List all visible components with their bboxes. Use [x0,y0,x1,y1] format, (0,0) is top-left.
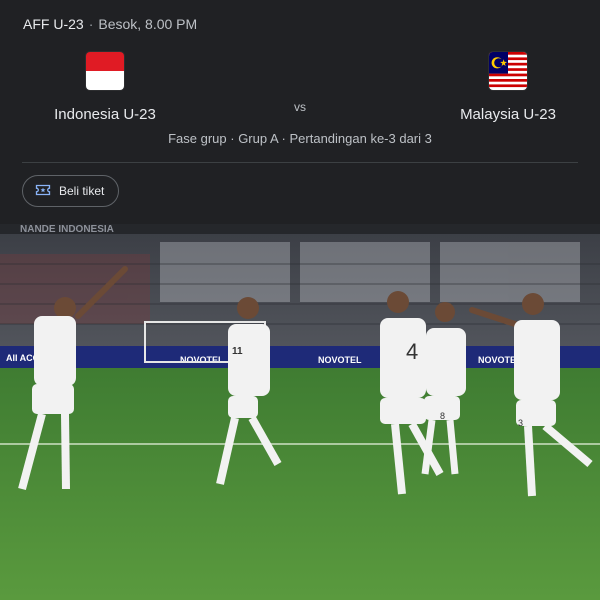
malaysia-flag-icon [489,52,527,90]
match-time: Besok, 8.00 PM [98,16,198,32]
competition-name: AFF U-23 [23,16,84,32]
buy-ticket-button[interactable]: Beli tiket [22,175,120,207]
indonesia-flag-icon [86,52,124,90]
jersey-number: 4 [406,339,418,364]
ticket-icon [35,183,51,200]
match-photo: NANDE INDONESIA AII ACCOR NOVOTEL NOVOTE… [0,224,600,600]
ad-board-3: NOVOTEL [318,355,362,365]
match-header: AFF U-23 · Besok, 8.00 PM [23,16,197,32]
jersey-number: 8 [440,411,445,421]
jersey-number: 11 [232,346,243,357]
pitch [0,368,600,600]
stadium-banner: NANDE INDONESIA [20,224,114,235]
separator-dot: · [88,16,94,32]
away-team[interactable]: Malaysia U-23 [408,52,600,123]
buy-ticket-label: Beli tiket [59,184,105,198]
away-team-name: Malaysia U-23 [460,106,556,123]
match-card: AFF U-23 · Besok, 8.00 PM Indonesia U-23 v… [0,0,600,224]
match-details: Fase grup · Grup A · Pertandingan ke-3 d… [168,131,432,146]
ad-board-2: NOVOTEL [180,355,224,365]
divider [22,162,578,163]
jersey-number: 3 [518,418,523,428]
